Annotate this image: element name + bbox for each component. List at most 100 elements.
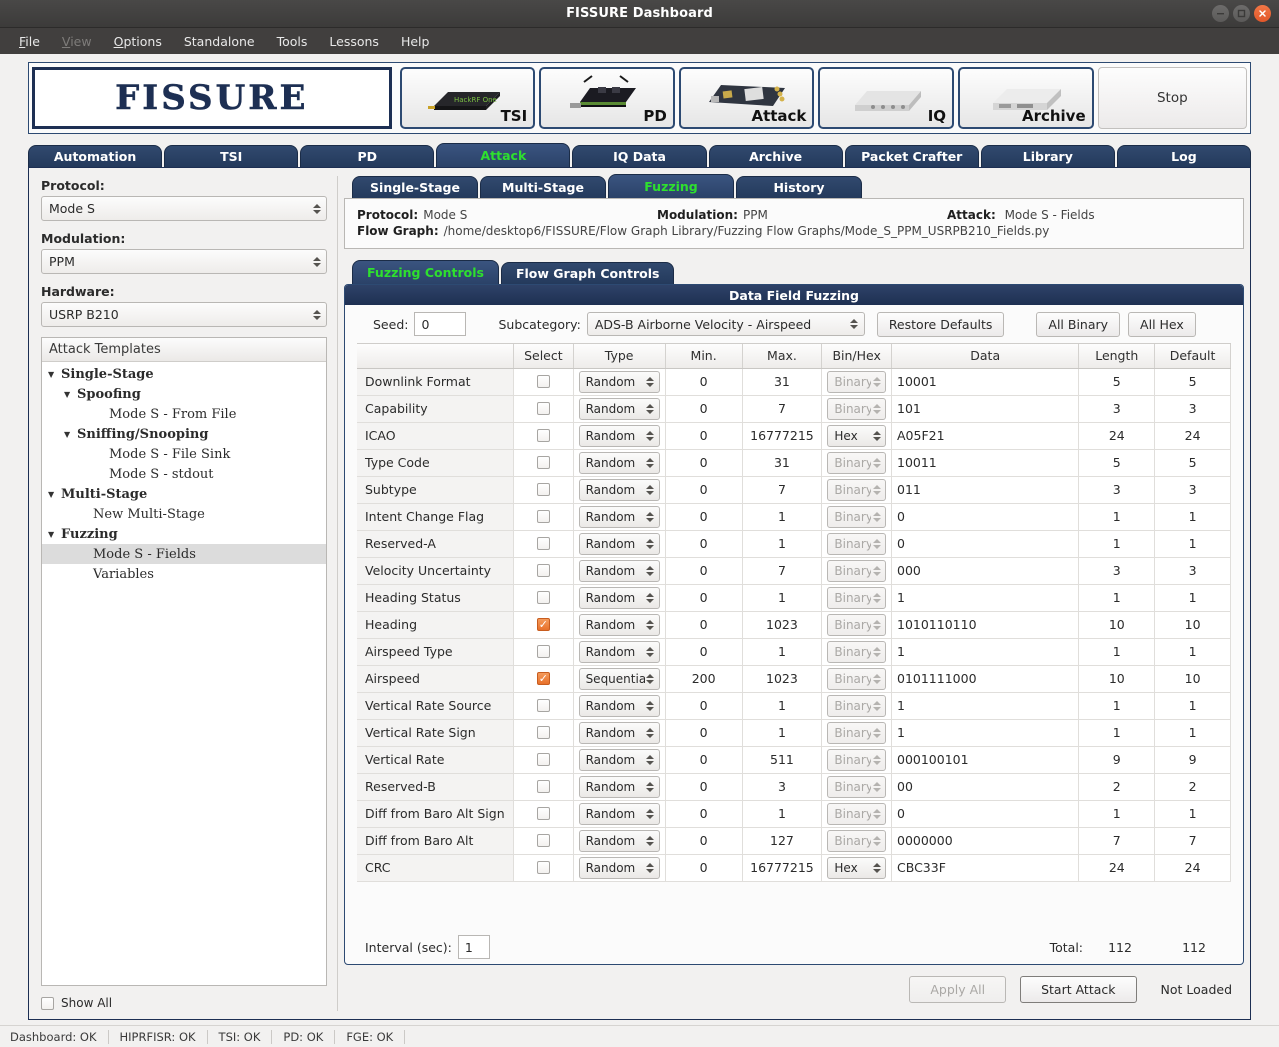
type-select[interactable]: Random [578,694,660,717]
data-cell[interactable]: 000100101 [891,746,1080,774]
menu-lessons[interactable]: Lessons [318,31,390,52]
tab-archive[interactable]: Archive [708,145,843,167]
device-button-archive[interactable]: Archive [958,67,1094,129]
table-row[interactable]: Velocity Uncertainty Random 0 7 Binary 000 3 3 [357,557,1231,585]
device-button-attack[interactable]: Attack [678,67,815,129]
expand-triangle-icon[interactable]: ▼ [48,489,59,499]
type-select[interactable]: Random [578,721,660,744]
expand-triangle-icon[interactable]: ▼ [48,529,59,539]
tree-item-fuzzing[interactable]: ▼ Fuzzing [42,524,326,544]
min-cell[interactable]: 0 [665,584,743,612]
data-cell[interactable]: 1 [891,719,1080,747]
stop-button[interactable]: Stop [1097,67,1247,129]
row-select-checkbox[interactable] [536,618,550,631]
row-select-checkbox[interactable] [536,483,550,496]
max-cell[interactable]: 7 [742,476,823,504]
row-select-checkbox[interactable] [536,807,550,820]
type-select[interactable]: Random [578,829,660,852]
expand-triangle-icon[interactable]: ▼ [64,389,75,399]
tab-automation[interactable]: Automation [28,145,163,167]
show-all-checkbox[interactable] [41,996,54,1010]
tree-item-new-multi-stage[interactable]: New Multi-Stage [42,504,326,524]
max-cell[interactable]: 1 [742,719,823,747]
data-cell[interactable]: 00 [891,773,1080,801]
all-binary-button[interactable]: All Binary [1036,311,1121,337]
table-row[interactable]: Subtype Random 0 7 Binary 011 3 3 [357,476,1231,504]
binhex-select[interactable]: Hex [827,424,886,447]
device-button-pd[interactable]: PD [539,67,675,129]
min-cell[interactable]: 0 [665,503,743,531]
table-row[interactable]: HeadingRandom01023Binary10101101101010 [357,611,1231,639]
tab-log[interactable]: Log [1116,145,1251,167]
max-cell[interactable]: 3 [742,773,823,801]
tab-fuzzing-controls[interactable]: Fuzzing Controls [352,260,499,284]
tab-tsi[interactable]: TSI [164,145,299,167]
max-cell[interactable]: 1023 [742,665,823,693]
table-row[interactable]: Heading Status Random 0 1 Binary 1 1 1 [357,584,1231,612]
start-attack-button[interactable]: Start Attack [1020,975,1137,1003]
min-cell[interactable]: 0 [665,530,743,558]
data-cell[interactable]: 10001 [891,368,1080,396]
table-row[interactable]: Intent Change Flag Random 0 1 Binary 0 1 1 [357,503,1231,531]
column-header-max[interactable]: Max. [742,344,823,369]
subtab-single-stage[interactable]: Single-Stage [352,176,478,198]
row-select-checkbox[interactable] [536,510,550,523]
hardware-select[interactable]: USRP B210 [41,302,327,327]
data-cell[interactable]: 10011 [891,449,1080,477]
row-select-checkbox[interactable] [536,753,550,766]
max-cell[interactable]: 16777215 [742,422,823,450]
tab-flow-graph-controls[interactable]: Flow Graph Controls [500,262,675,284]
row-select-checkbox[interactable] [536,375,550,388]
menu-standalone[interactable]: Standalone [173,31,266,52]
table-row[interactable]: Vertical Rate Random 0 511 Binary 000100101 9 9 [357,746,1231,774]
binhex-select[interactable]: Hex [827,856,886,879]
row-select-checkbox[interactable] [536,564,550,577]
max-cell[interactable]: 1023 [742,611,823,639]
max-cell[interactable]: 127 [742,827,823,855]
tab-library[interactable]: Library [980,145,1115,167]
data-cell[interactable]: 011 [891,476,1080,504]
type-select[interactable]: Random [578,748,660,771]
max-cell[interactable]: 1 [742,638,823,666]
data-cell[interactable]: 0 [891,503,1080,531]
apply-all-button[interactable]: Apply All [909,975,1007,1003]
type-select[interactable]: Random [578,424,660,447]
table-row[interactable]: Reserved-A Random 0 1 Binary 0 1 1 [357,530,1231,558]
min-cell[interactable]: 0 [665,449,743,477]
data-cell[interactable]: 0 [891,530,1080,558]
max-cell[interactable]: 7 [742,557,823,585]
column-header-bin-hex[interactable]: Bin/Hex [821,344,892,369]
type-select[interactable]: Sequential [578,667,660,690]
row-select-checkbox[interactable] [536,699,550,712]
row-select-checkbox[interactable] [536,861,550,874]
row-select-checkbox[interactable] [536,645,550,658]
device-button-tsi[interactable]: HackRF One TSI [399,67,536,129]
all-hex-button[interactable]: All Hex [1128,311,1196,337]
protocol-select[interactable]: Mode S [41,196,327,221]
type-select[interactable]: Random [578,613,660,636]
data-cell[interactable]: 1010110110 [891,611,1080,639]
data-cell[interactable]: 000 [891,557,1080,585]
type-select[interactable]: Random [578,586,660,609]
row-select-checkbox[interactable] [536,537,550,550]
type-select[interactable]: Random [578,559,660,582]
table-row[interactable]: Downlink Format Random 0 31 Binary 10001 5 5 [357,368,1231,396]
tab-pd[interactable]: PD [300,145,435,167]
row-select-checkbox[interactable] [536,591,550,604]
device-button-iq[interactable]: IQ [818,67,955,129]
table-row[interactable]: Diff from Baro Alt Sign Random 0 1 Binary 0 1 1 [357,800,1231,828]
row-select-checkbox[interactable] [536,456,550,469]
column-header-select[interactable]: Select [513,344,574,369]
table-row[interactable]: Vertical Rate Source Random 0 1 Binary 1 1 1 [357,692,1231,720]
min-cell[interactable]: 0 [665,773,743,801]
table-row[interactable]: Vertical Rate Sign Random 0 1 Binary 1 1 1 [357,719,1231,747]
data-cell[interactable]: A05F21 [891,422,1080,450]
max-cell[interactable]: 31 [742,449,823,477]
tree-item-multi-stage[interactable]: ▼ Multi-Stage [42,484,326,504]
tree-item-single-stage[interactable]: ▼ Single-Stage [42,364,326,384]
type-select[interactable]: Random [578,370,660,393]
menu-help[interactable]: Help [390,31,441,52]
type-select[interactable]: Random [578,478,660,501]
table-row[interactable]: Type Code Random 0 31 Binary 10011 5 5 [357,449,1231,477]
tree-item-mode-s-file-sink[interactable]: Mode S - File Sink [42,444,326,464]
